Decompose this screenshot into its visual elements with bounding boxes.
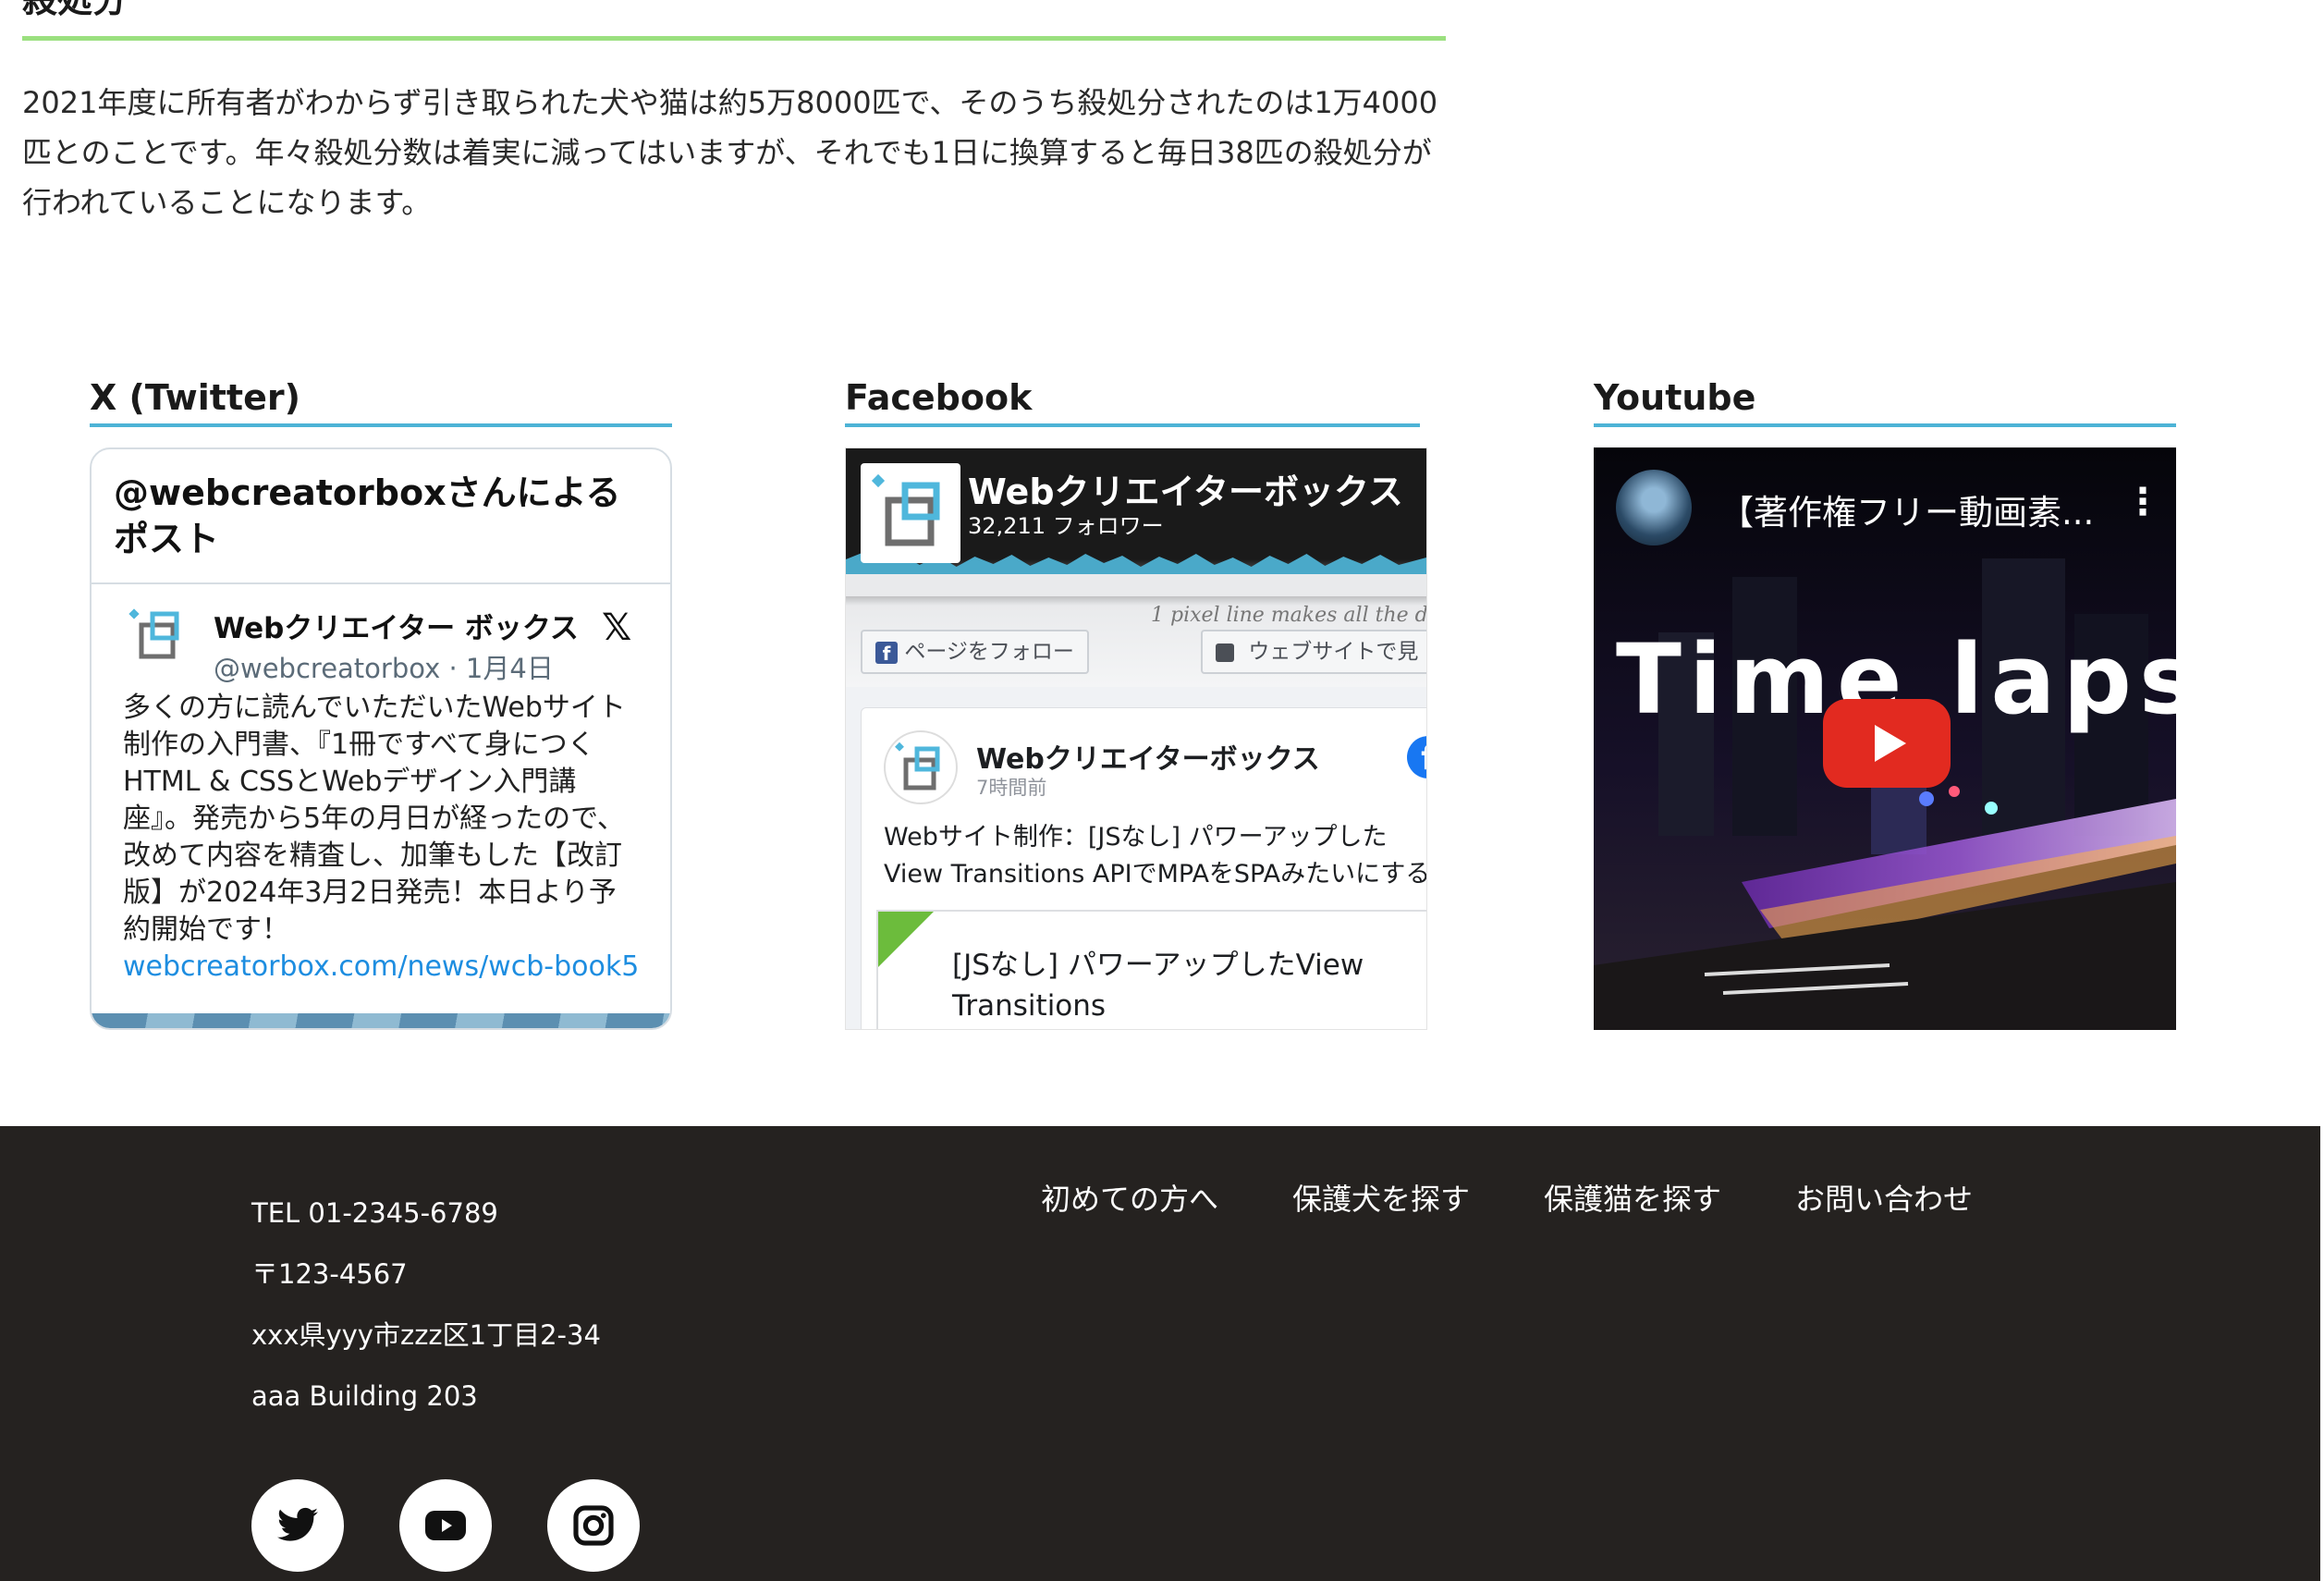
tweet-body: 多くの方に読んでいただいたWebサイト制作の入門書、『1冊ですべて身につくHTM… <box>123 692 626 946</box>
footer-nav-contact[interactable]: お問い合わせ <box>1795 1176 1973 1219</box>
visit-website-label: ウェブサイトで見 <box>1248 640 1419 664</box>
post-text-line-1: Webサイト制作：[JSなし] パワーアップした <box>884 823 1388 852</box>
channel-avatar[interactable] <box>1616 470 1692 545</box>
video-title[interactable]: 【著作権フリー動画素... <box>1719 484 2094 534</box>
twitter-card-title[interactable]: @webcreatorboxさんによるポスト <box>92 449 670 584</box>
youtube-heading: Youtube <box>1594 374 2176 427</box>
post-text: Webサイト制作：[JSなし] パワーアップした View Transition… <box>884 819 1427 893</box>
tweet-media-preview[interactable] <box>92 1013 670 1028</box>
post-author-name[interactable]: Webクリエイターボックス <box>976 736 1320 777</box>
post-text-line-2: View Transitions APIでMPAをSPAみたいにする <box>884 860 1427 889</box>
facebook-embed[interactable]: Webクリエイターボックス 32,211 フォロワー 1 pixel line … <box>845 447 1427 1030</box>
facebook-page-logo[interactable] <box>861 463 960 563</box>
shopping-bag-icon <box>1216 643 1234 662</box>
footer-nav-find-dog[interactable]: 保護犬を探す <box>1292 1176 1470 1219</box>
facebook-followers: 32,211 フォロワー <box>968 513 1164 539</box>
site-footer: TEL 01-2345-6789 〒123-4567 xxx県yyy市zzz区1… <box>0 1126 2320 1581</box>
more-options-icon[interactable]: ⋮ <box>2124 481 2161 523</box>
twitter-user-name[interactable]: Webクリエイター ボックス <box>214 605 579 646</box>
facebook-page-name[interactable]: Webクリエイターボックス <box>968 463 1403 514</box>
x-logo-icon[interactable]: 𝕏 <box>602 607 631 649</box>
twitter-handle[interactable]: @webcreatorbox · 1月4日 <box>214 647 554 686</box>
section-lead-text: 2021年度に所有者がわからず引き取られた犬や猫は約5万8000匹で、そのうち殺… <box>22 85 1438 220</box>
follow-page-label: ページをフォロー <box>904 640 1074 664</box>
facebook-post[interactable]: Webクリエイターボックス 7時間前 f Webサイト制作：[JSなし] パワー… <box>861 707 1427 1029</box>
facebook-icon[interactable]: f <box>1407 736 1426 778</box>
section-title: 殺処分 <box>22 0 1446 41</box>
post-author-avatar[interactable] <box>884 730 958 804</box>
footer-zip: 〒123-4567 <box>251 1258 408 1290</box>
footer-social-links <box>251 1479 695 1572</box>
post-link-preview[interactable]: [JSなし] パワーアップしたView Transitions <box>876 910 1426 1029</box>
follow-page-button[interactable]: f ページをフォロー <box>861 630 1089 674</box>
play-icon <box>1875 725 1906 762</box>
twitter-embed[interactable]: @webcreatorboxさんによるポスト Webクリエイター ボックス @w… <box>90 447 672 1030</box>
facebook-small-icon: f <box>875 641 898 665</box>
link-preview-title[interactable]: [JSなし] パワーアップしたView Transitions <box>952 945 1414 1026</box>
cover-signature: 1 pixel line makes all the difference <box>1151 604 1427 627</box>
footer-address: xxx県yyy市zzz区1丁目2-34 <box>251 1319 601 1351</box>
footer-nav-find-cat[interactable]: 保護猫を探す <box>1544 1176 1721 1219</box>
facebook-heading: Facebook <box>845 374 1420 427</box>
link-thumbnail-corner <box>878 912 934 967</box>
post-time[interactable]: 7時間前 <box>976 773 1046 801</box>
footer-tel: TEL 01-2345-6789 <box>251 1197 498 1229</box>
instagram-icon[interactable] <box>547 1479 640 1572</box>
youtube-icon[interactable] <box>399 1479 492 1572</box>
footer-nav: 初めての方へ 保護犬を探す 保護猫を探す お問い合わせ <box>1041 1176 2047 1219</box>
twitter-heading: X (Twitter) <box>90 374 672 427</box>
footer-nav-first-time[interactable]: 初めての方へ <box>1041 1176 1218 1219</box>
tweet-link[interactable]: webcreatorbox.com/news/wcb-book5 <box>123 950 639 983</box>
twitter-icon[interactable] <box>251 1479 344 1572</box>
play-button[interactable] <box>1823 699 1951 788</box>
footer-contact-info: TEL 01-2345-6789 〒123-4567 xxx県yyy市zzz区1… <box>251 1196 601 1440</box>
page-edge <box>2320 1126 2324 1581</box>
visit-website-button[interactable]: ウェブサイトで見 <box>1201 630 1426 674</box>
twitter-avatar[interactable] <box>125 605 186 666</box>
footer-building: aaa Building 203 <box>251 1380 478 1412</box>
youtube-embed[interactable]: 【著作権フリー動画素... ⋮ Time lapse <box>1594 447 2176 1030</box>
tweet-text: 多くの方に読んでいただいたWebサイト制作の入門書、『1冊ですべて身につくHTM… <box>123 690 641 986</box>
